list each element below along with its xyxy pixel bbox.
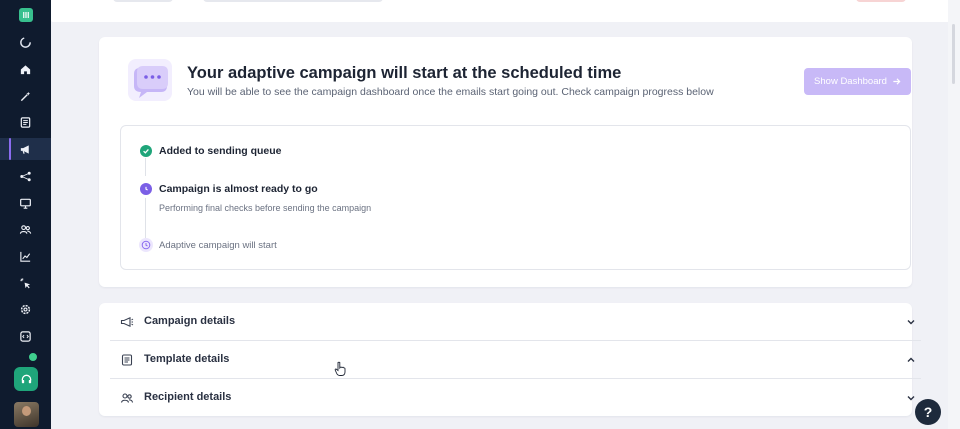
step-description: Performing final checks before sending t…	[159, 203, 372, 213]
sidebar-item-settings[interactable]	[0, 298, 51, 320]
show-dashboard-label: Show Dashboard	[814, 76, 887, 87]
accordion-label: Recipient details	[144, 391, 232, 403]
recipient-details-row[interactable]: Recipient details	[110, 379, 921, 417]
accordion-label: Template details	[144, 353, 230, 365]
megaphone-icon	[120, 316, 134, 328]
scheduled-label	[203, 0, 383, 2]
step-label: Added to sending queue	[159, 145, 282, 157]
chevron-down-icon[interactable]	[906, 317, 916, 327]
spinner-icon	[20, 36, 31, 48]
clock-outline-icon	[139, 238, 153, 252]
sidebar: III	[0, 0, 51, 429]
clock-icon	[140, 183, 152, 195]
chat-bubble-illustration-icon	[128, 59, 172, 101]
sidebar-item-magic[interactable]	[0, 85, 51, 107]
line-chart-icon	[20, 251, 31, 262]
check-circle-icon	[140, 145, 152, 157]
page-subtitle: You will be able to see the campaign das…	[187, 86, 714, 98]
app-logo[interactable]: III	[19, 8, 33, 22]
step-connector	[145, 158, 146, 176]
arrow-right-icon	[893, 78, 901, 85]
sidebar-item-workflows[interactable]	[0, 165, 51, 187]
gear-icon	[20, 304, 31, 314]
document-icon	[121, 354, 133, 366]
sidebar-item-audience[interactable]	[0, 218, 51, 240]
campaign-header-strip	[51, 0, 948, 22]
campaign-details-row[interactable]: Campaign details	[110, 303, 921, 341]
magic-wand-icon	[20, 91, 31, 101]
sidebar-item-loading[interactable]	[0, 31, 51, 53]
progress-steps: Added to sending queue Campaign is almos…	[120, 125, 911, 270]
chevron-down-icon[interactable]	[906, 393, 916, 403]
sidebar-item-screens[interactable]	[0, 192, 51, 214]
home-icon	[20, 64, 31, 74]
notification-dot	[28, 352, 38, 362]
users-icon	[120, 393, 134, 403]
sidebar-item-analytics[interactable]	[0, 245, 51, 267]
header-action	[856, 0, 906, 2]
sidebar-item-home[interactable]	[0, 58, 51, 80]
chevron-up-icon[interactable]	[906, 355, 916, 365]
users-icon	[19, 224, 32, 234]
support-button[interactable]	[14, 367, 38, 391]
code-box-icon	[20, 330, 31, 342]
details-accordion: Campaign details Template details Recipi…	[99, 303, 921, 416]
cursor-click-icon	[20, 277, 31, 288]
help-button[interactable]: ?	[915, 399, 941, 425]
sidebar-item-integrations[interactable]	[0, 325, 51, 347]
megaphone-icon	[20, 144, 29, 154]
page-title: Your adaptive campaign will start at the…	[187, 64, 622, 82]
template-details-row[interactable]: Template details	[110, 341, 921, 379]
hand-pointer-icon	[334, 361, 346, 376]
status-label	[113, 0, 173, 2]
share-nodes-icon	[20, 171, 31, 181]
main-content: Your adaptive campaign will start at the…	[51, 0, 948, 429]
step-connector	[145, 198, 146, 238]
accordion-label: Campaign details	[144, 315, 236, 327]
step-label: Campaign is almost ready to go	[159, 183, 318, 195]
headset-icon	[21, 374, 31, 383]
sidebar-item-campaigns[interactable]	[0, 138, 51, 160]
monitor-icon	[20, 198, 31, 209]
user-avatar[interactable]	[14, 402, 39, 427]
step-label: Adaptive campaign will start	[159, 240, 277, 251]
sidebar-item-clicks[interactable]	[0, 272, 51, 294]
sidebar-item-templates[interactable]	[0, 111, 51, 133]
document-icon	[20, 116, 31, 128]
schedule-status-card: Your adaptive campaign will start at the…	[99, 37, 912, 287]
show-dashboard-button[interactable]: Show Dashboard	[804, 68, 911, 95]
scrollbar-thumb[interactable]	[952, 24, 955, 84]
